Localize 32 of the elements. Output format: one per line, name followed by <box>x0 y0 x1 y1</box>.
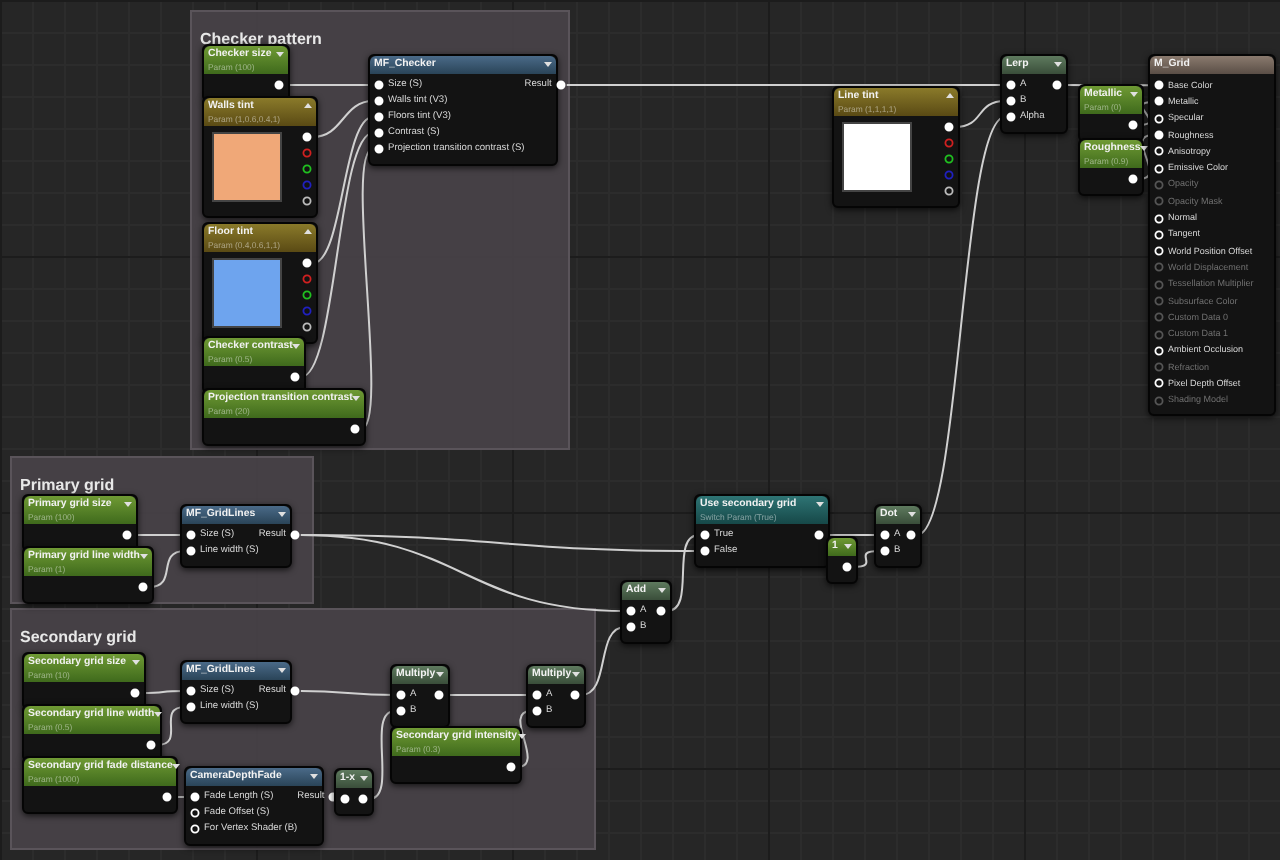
pin-icon[interactable] <box>944 186 954 196</box>
wire <box>852 550 880 568</box>
pin-icon[interactable] <box>944 154 954 164</box>
pin-icon[interactable] <box>302 164 312 174</box>
chevron-icon[interactable] <box>1140 144 1149 152</box>
wire <box>1138 134 1154 180</box>
pin-icon[interactable] <box>302 322 312 332</box>
chevron-icon[interactable] <box>544 60 552 68</box>
wire <box>444 694 532 696</box>
wire <box>132 534 186 536</box>
chevron-icon[interactable] <box>172 762 181 770</box>
chevron-icon[interactable] <box>278 510 286 518</box>
chevron-icon[interactable] <box>517 732 526 740</box>
chevron-icon[interactable] <box>154 710 163 718</box>
wire <box>299 690 396 696</box>
wire <box>516 710 532 768</box>
wire <box>156 706 186 746</box>
comment-title: Primary grid <box>18 474 117 498</box>
wire <box>824 534 880 536</box>
pin-icon[interactable] <box>302 196 312 206</box>
wire <box>1138 100 1154 126</box>
pin-icon[interactable] <box>302 290 312 300</box>
graph-node[interactable] <box>1148 54 1276 417</box>
chevron-icon[interactable] <box>278 666 286 674</box>
comment-title: Secondary grid <box>18 626 139 650</box>
wire <box>140 690 186 694</box>
wire <box>368 710 396 800</box>
wire <box>580 626 626 696</box>
chevron-icon[interactable] <box>310 772 318 780</box>
wire <box>284 84 374 86</box>
wire <box>148 550 186 588</box>
wire <box>172 796 190 798</box>
